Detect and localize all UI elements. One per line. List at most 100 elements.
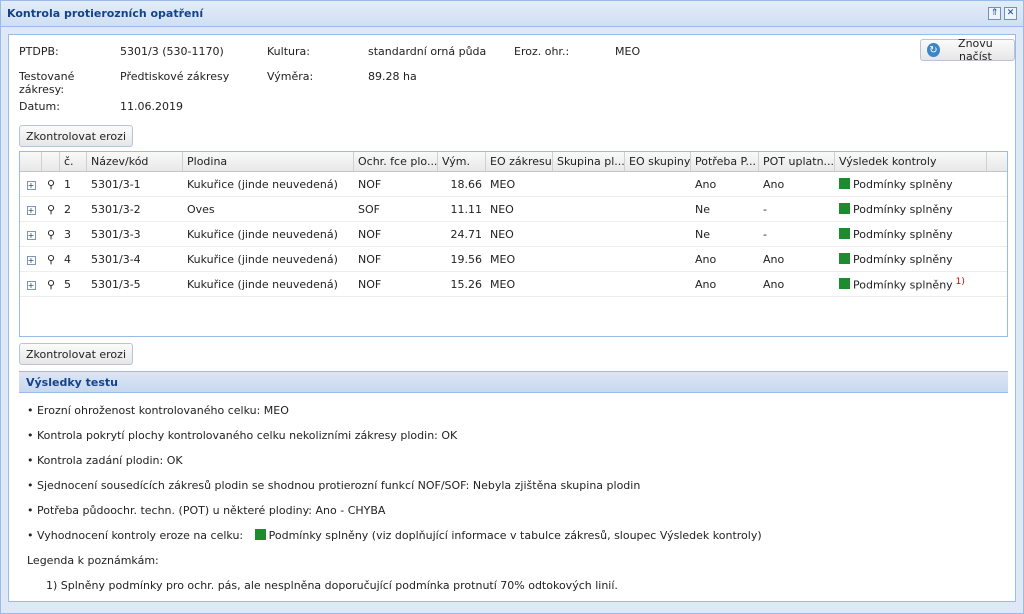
reload-button[interactable]: ↻ Znovu načíst — [920, 37, 1015, 63]
result-evaluation-label: • Vyhodnocení kontroly eroze na celku: — [27, 529, 244, 542]
zoom-cell[interactable]: ⚲ — [42, 203, 60, 216]
cell-pot: Ano — [763, 252, 785, 266]
cell-need: Ano — [695, 177, 717, 191]
window-body: PTDPB: 5301/3 (530-1170) Kultura: standa… — [8, 34, 1016, 602]
col-header-crop[interactable]: Plodina — [183, 152, 354, 171]
result-text: Podmínky splněny — [853, 252, 953, 266]
expand-icon[interactable]: + — [26, 205, 36, 215]
results-title: Výsledky testu — [26, 376, 119, 389]
note-marker: 1) — [955, 276, 965, 287]
cell-eo: NEO — [490, 227, 514, 241]
cell-need: Ne — [695, 227, 710, 241]
cell-number: 2 — [64, 202, 71, 216]
expand-cell[interactable]: + — [20, 178, 42, 191]
cell-eo: MEO — [490, 277, 516, 291]
table-row[interactable]: + ⚲ 4 5301/3-4 Kukuřice (jinde neuvedená) NOF… — [20, 247, 1007, 272]
control-window: Kontrola protierozních opatření ⇑ ✕ PTDP… — [0, 0, 1024, 614]
cell-number: 4 — [64, 252, 71, 266]
expand-cell[interactable]: + — [20, 253, 42, 266]
collapse-icon[interactable]: ⇑ — [988, 7, 1001, 20]
eroz-label: Eroz. ohr.: — [514, 45, 570, 58]
cell-function: NOF — [358, 277, 382, 291]
col-header-eo[interactable]: EO zákresu — [486, 152, 553, 171]
cell-crop: Kukuřice (jinde neuvedená) — [187, 252, 338, 266]
plots-grid: č. Název/kód Plodina Ochr. fce plo... Vý… — [19, 151, 1008, 337]
col-header-expand[interactable] — [20, 152, 42, 171]
col-header-area[interactable]: Vým. — [438, 152, 486, 171]
expand-icon[interactable]: + — [26, 255, 36, 265]
legend-note: 1) Splněny podmínky pro ochr. pás, ale n… — [46, 579, 618, 592]
table-row[interactable]: + ⚲ 2 5301/3-2 Oves SOF 11.11 NEO Ne - Podmínky sp… — [20, 197, 1007, 222]
zoom-cell[interactable]: ⚲ — [42, 253, 60, 266]
expand-cell[interactable]: + — [20, 228, 42, 241]
status-green-icon — [254, 529, 266, 540]
cell-need: Ne — [695, 202, 710, 216]
expand-cell[interactable]: + — [20, 203, 42, 216]
check-erosion-button-bottom[interactable]: Zkontrolovat erozi — [19, 343, 133, 365]
check-erosion-button-top[interactable]: Zkontrolovat erozi — [19, 125, 133, 147]
ptdpb-value: 5301/3 (530-1170) — [120, 45, 224, 58]
window-titlebar[interactable]: Kontrola protierozních opatření ⇑ ✕ — [1, 1, 1023, 27]
cell-result: Podmínky splněny — [835, 202, 987, 216]
kultura-label: Kultura: — [267, 45, 310, 58]
table-row[interactable]: + ⚲ 5 5301/3-5 Kukuřice (jinde neuvedená) NOF… — [20, 272, 1007, 297]
ptdpb-label: PTDPB: — [19, 45, 59, 58]
refresh-icon: ↻ — [927, 43, 940, 57]
zoom-cell[interactable]: ⚲ — [42, 228, 60, 241]
cell-number: 3 — [64, 227, 71, 241]
cell-code: 5301/3-2 — [91, 202, 141, 216]
magnifier-icon[interactable]: ⚲ — [47, 228, 55, 241]
result-erosion-risk: • Erozní ohroženost kontrolovaného celku… — [27, 404, 289, 417]
result-text: Podmínky splněny — [853, 278, 953, 292]
cell-pot: Ano — [763, 177, 785, 191]
col-header-result[interactable]: Výsledek kontroly — [835, 152, 987, 171]
magnifier-icon[interactable]: ⚲ — [47, 203, 55, 216]
cell-crop: Kukuřice (jinde neuvedená) — [187, 277, 338, 291]
vymera-value: 89.28 ha — [368, 70, 417, 83]
kultura-value: standardní orná půda — [368, 45, 487, 58]
col-header-pot[interactable]: POT uplatn... — [759, 152, 835, 171]
legend-label: Legenda k poznámkám: — [27, 554, 159, 567]
table-row[interactable]: + ⚲ 3 5301/3-3 Kukuřice (jinde neuvedená) NOF… — [20, 222, 1007, 247]
zoom-cell[interactable]: ⚲ — [42, 278, 60, 291]
cell-need: Ano — [695, 277, 717, 291]
cell-result: Podmínky splněny — [835, 252, 987, 266]
datum-value: 11.06.2019 — [120, 100, 183, 113]
col-header-zoom[interactable] — [42, 152, 60, 171]
zoom-cell[interactable]: ⚲ — [42, 178, 60, 191]
cell-function: SOF — [358, 202, 380, 216]
status-green-icon — [839, 227, 850, 239]
cell-area: 15.26 — [450, 277, 483, 291]
table-row[interactable]: + ⚲ 1 5301/3-1 Kukuřice (jinde neuvedená) NOF… — [20, 172, 1007, 197]
col-header-eo-group[interactable]: EO skupiny — [625, 152, 691, 171]
status-green-icon — [839, 252, 850, 264]
cell-crop: Kukuřice (jinde neuvedená) — [187, 177, 338, 191]
expand-icon[interactable]: + — [26, 280, 36, 290]
result-coverage: • Kontrola pokrytí plochy kontrolovaného… — [27, 429, 458, 442]
col-header-code[interactable]: Název/kód — [87, 152, 183, 171]
close-icon[interactable]: ✕ — [1004, 7, 1017, 20]
results-header: Výsledky testu — [19, 371, 1008, 393]
cell-number: 1 — [64, 177, 71, 191]
result-text: Podmínky splněny — [853, 227, 953, 241]
expand-icon[interactable]: + — [26, 180, 36, 190]
cell-crop: Kukuřice (jinde neuvedená) — [187, 227, 338, 241]
col-header-need[interactable]: Potřeba P... — [691, 152, 759, 171]
result-text: Podmínky splněny — [853, 177, 953, 191]
expand-cell[interactable]: + — [20, 278, 42, 291]
expand-icon[interactable]: + — [26, 230, 36, 240]
col-header-group[interactable]: Skupina pl... — [553, 152, 625, 171]
magnifier-icon[interactable]: ⚲ — [47, 253, 55, 266]
result-merge: • Sjednocení sousedících zákresů plodin … — [27, 479, 641, 492]
result-pot: • Potřeba půdoochr. techn. (POT) u někte… — [27, 504, 386, 517]
testovane-value: Předtiskové zákresy — [120, 70, 230, 83]
magnifier-icon[interactable]: ⚲ — [47, 178, 55, 191]
cell-code: 5301/3-1 — [91, 177, 141, 191]
col-header-number[interactable]: č. — [60, 152, 87, 171]
magnifier-icon[interactable]: ⚲ — [47, 278, 55, 291]
col-header-function[interactable]: Ochr. fce plo... — [354, 152, 438, 171]
cell-eo: NEO — [490, 202, 514, 216]
cell-number: 5 — [64, 277, 71, 291]
grid-body: + ⚲ 1 5301/3-1 Kukuřice (jinde neuvedená) NOF… — [20, 172, 1007, 297]
result-evaluation-text: Podmínky splněny (viz doplňující informa… — [268, 529, 762, 542]
